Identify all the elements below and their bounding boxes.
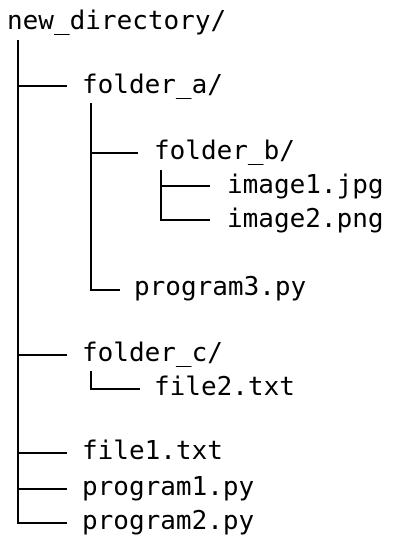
folder-c-trunk-line: [90, 371, 92, 389]
folder-c-label: folder_c/: [82, 338, 223, 368]
branch-image2: [160, 219, 210, 221]
branch-image1: [160, 185, 210, 187]
file-program1-label: program1.py: [82, 472, 255, 502]
file-image2-label: image2.png: [227, 204, 384, 234]
branch-folder-c: [17, 354, 67, 356]
file-file1-label: file1.txt: [82, 436, 223, 466]
folder-a-trunk-line: [90, 103, 92, 289]
branch-file2: [90, 388, 140, 390]
folder-a-label: folder_a/: [82, 70, 223, 100]
branch-file1: [17, 452, 67, 454]
file-program3-label: program3.py: [134, 272, 307, 302]
branch-program3: [90, 289, 120, 291]
file-program2-label: program2.py: [82, 506, 255, 536]
root-folder-label: new_directory/: [7, 6, 227, 36]
branch-program1: [17, 488, 67, 490]
folder-b-label: folder_b/: [154, 136, 295, 166]
branch-program2: [17, 522, 67, 524]
branch-folder-b: [90, 152, 138, 154]
file-image1-label: image1.jpg: [227, 170, 384, 200]
directory-tree: new_directory/ folder_a/ folder_b/ image…: [0, 0, 406, 538]
file-file2-label: file2.txt: [154, 372, 295, 402]
branch-folder-a: [17, 85, 67, 87]
root-trunk-line: [17, 40, 19, 523]
folder-b-trunk-line: [160, 170, 162, 220]
